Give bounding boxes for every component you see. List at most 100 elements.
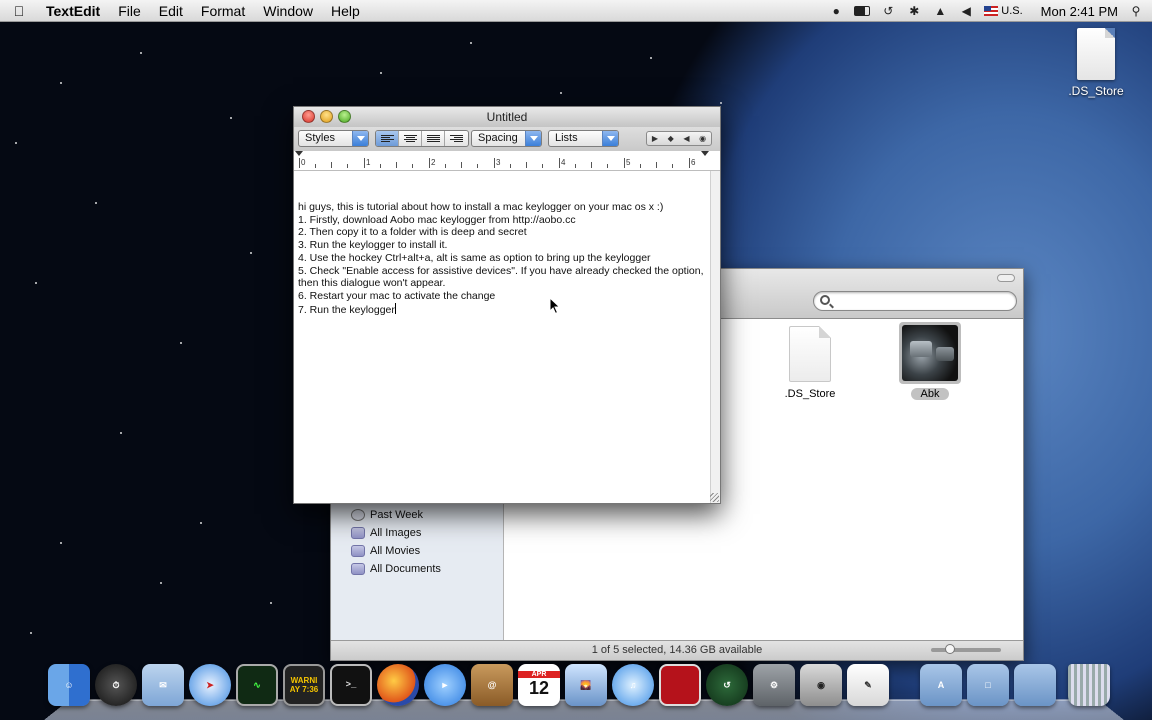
chevron-down-icon	[352, 131, 368, 146]
photo-booth-icon[interactable]	[659, 664, 701, 706]
app-menu[interactable]: TextEdit	[38, 0, 109, 22]
tab-decimal-icon[interactable]: ◉	[699, 134, 706, 143]
document-text-area[interactable]: hi guys, this is tutorial about how to i…	[294, 171, 710, 503]
sidebar-item-past-week[interactable]: Past Week	[351, 506, 423, 524]
sidebar-item-all-images[interactable]: All Images	[351, 524, 421, 542]
minimize-button[interactable]	[320, 110, 333, 123]
desktop-file-label: .DS_Store	[1068, 84, 1124, 98]
align-justify-button[interactable]	[422, 131, 445, 146]
menu-bar:  TextEdit File Edit Format Window Help …	[0, 0, 1152, 22]
apple-menu-icon[interactable]: 	[0, 3, 38, 19]
console-icon[interactable]: WARNI AY 7:36	[283, 664, 325, 706]
iphoto-icon[interactable]: 🌄	[565, 664, 607, 706]
text-line: hi guys, this is tutorial about how to i…	[298, 201, 664, 213]
time-machine-icon[interactable]: ↺	[880, 4, 896, 18]
file-label: .DS_Store	[784, 388, 836, 400]
align-left-button[interactable]	[376, 131, 399, 146]
textedit-icon[interactable]: ✎	[847, 664, 889, 706]
text-line: 5. Check "Enable access for assistive de…	[298, 264, 704, 290]
bluetooth-icon[interactable]: ✱	[906, 4, 922, 18]
volume-icon[interactable]: ◀	[958, 4, 974, 18]
resize-grip-icon[interactable]	[710, 493, 719, 502]
desktop-file-icon[interactable]: .DS_Store	[1062, 28, 1130, 98]
file-item-ds-store[interactable]: .DS_Store	[775, 326, 845, 400]
downloads-folder-icon[interactable]	[1014, 664, 1056, 706]
styles-label: Styles	[305, 132, 335, 144]
smart-folder-icon	[351, 545, 365, 557]
lists-popup[interactable]: Lists	[548, 130, 619, 147]
menu-window[interactable]: Window	[254, 0, 322, 22]
terminal-icon[interactable]: >_	[330, 664, 372, 706]
documents-folder-icon[interactable]: □	[967, 664, 1009, 706]
activity-monitor-icon[interactable]: ∿	[236, 664, 278, 706]
ichat-icon[interactable]: ►	[424, 664, 466, 706]
user-switch-icon[interactable]: ●	[828, 4, 844, 18]
format-toolbar: Styles Spacing Lists ▶ ◆ ◀ ◉	[294, 127, 720, 151]
sidebar-item-all-documents[interactable]: All Documents	[351, 560, 441, 578]
time-machine-icon[interactable]: ↺	[706, 664, 748, 706]
menu-format[interactable]: Format	[192, 0, 254, 22]
menu-file[interactable]: File	[109, 0, 150, 22]
ruler[interactable]: 0 1 2 3 4 5 6	[294, 151, 720, 171]
battery-icon[interactable]	[854, 4, 871, 18]
styles-popup[interactable]: Styles	[298, 130, 369, 147]
tab-stop-controls: ▶ ◆ ◀ ◉	[646, 131, 712, 146]
ical-icon[interactable]: APR 12	[518, 664, 560, 706]
keyboard-app-icon	[899, 322, 961, 384]
chevron-down-icon	[602, 131, 618, 146]
sidebar-item-all-movies[interactable]: All Movies	[351, 542, 420, 560]
spacing-popup[interactable]: Spacing	[471, 130, 542, 147]
tab-left-icon[interactable]: ▶	[652, 134, 658, 143]
slider-knob[interactable]	[945, 644, 955, 654]
file-label: Abk	[910, 388, 950, 400]
tab-right-icon[interactable]: ◀	[683, 134, 689, 143]
status-bar: 1 of 5 selected, 14.36 GB available	[331, 640, 1023, 660]
tab-center-icon[interactable]: ◆	[668, 134, 674, 143]
align-center-button[interactable]	[399, 131, 422, 146]
vertical-scrollbar[interactable]	[710, 171, 720, 503]
wifi-icon[interactable]: ▲	[932, 4, 948, 18]
left-margin-marker[interactable]	[295, 151, 303, 156]
status-text: 1 of 5 selected, 14.36 GB available	[591, 644, 763, 656]
applications-folder-icon[interactable]: A	[920, 664, 962, 706]
right-margin-marker[interactable]	[701, 151, 709, 156]
spotlight-icon[interactable]: ⚲	[1128, 4, 1144, 18]
ical-month: APR	[518, 671, 560, 678]
file-item-abk[interactable]: Abk	[895, 322, 965, 400]
last-line-text: 7. Run the keylogger	[298, 303, 395, 316]
smart-folder-icon	[351, 563, 365, 575]
text-line: 4. Use the hockey Ctrl+alt+a, alt is sam…	[298, 251, 651, 264]
ruler-number: 6	[691, 158, 696, 167]
search-icon	[820, 295, 830, 305]
menu-help[interactable]: Help	[322, 0, 369, 22]
ruler-number: 2	[431, 158, 436, 167]
us-flag-icon	[984, 6, 999, 16]
icon-size-slider[interactable]	[931, 644, 1001, 654]
menu-extras: ● ↺ ✱ ▲ ◀ U.S. Mon 2:41 PM ⚲	[828, 0, 1144, 22]
image-capture-icon[interactable]: ◉	[800, 664, 842, 706]
title-bar[interactable]: Untitled	[294, 107, 720, 127]
toolbar-toggle-button[interactable]	[997, 274, 1015, 282]
itunes-icon[interactable]: ♫	[612, 664, 654, 706]
finder-icon[interactable]: ☺	[48, 664, 90, 706]
document-icon	[1077, 28, 1115, 80]
close-button[interactable]	[302, 110, 315, 123]
menu-clock[interactable]: Mon 2:41 PM	[1033, 4, 1118, 19]
safari-icon[interactable]: ➤	[189, 664, 231, 706]
dock: ☺ ⏱ ✉ ➤ ∿ WARNI AY 7:36 >_ ► @ APR 12 🌄 …	[44, 664, 1124, 720]
menu-edit[interactable]: Edit	[150, 0, 192, 22]
sidebar-item-label: Past Week	[370, 509, 423, 521]
text-line: 2. Then copy it to a folder with is deep…	[298, 226, 527, 239]
search-field[interactable]	[813, 291, 1017, 311]
align-right-button[interactable]	[445, 131, 468, 146]
trash-icon[interactable]	[1068, 664, 1110, 706]
dashboard-icon[interactable]: ⏱	[95, 664, 137, 706]
firefox-icon[interactable]	[377, 664, 419, 706]
system-preferences-icon[interactable]: ⚙	[753, 664, 795, 706]
input-menu[interactable]: U.S.	[984, 5, 1023, 17]
mail-icon[interactable]: ✉	[142, 664, 184, 706]
address-book-icon[interactable]: @	[471, 664, 513, 706]
zoom-button[interactable]	[338, 110, 351, 123]
text-line: 7. Run the keylogger	[298, 302, 706, 317]
sidebar-item-label: All Images	[370, 527, 422, 539]
